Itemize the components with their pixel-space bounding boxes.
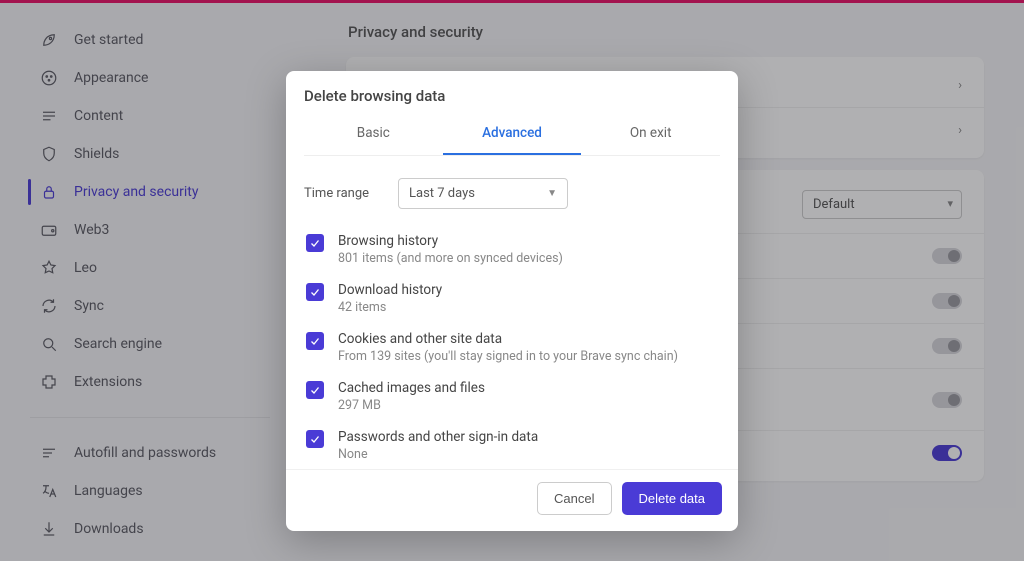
time-range-label: Time range xyxy=(304,186,384,201)
data-type-subtitle: 42 items xyxy=(338,300,442,315)
time-range-value: Last 7 days xyxy=(409,186,475,201)
checkbox[interactable] xyxy=(306,381,324,399)
time-range-select[interactable]: Last 7 days ▼ xyxy=(398,178,568,209)
data-type-row: Browsing history 801 items (and more on s… xyxy=(304,225,720,274)
data-type-title: Cached images and files xyxy=(338,380,485,396)
chevron-down-icon: ▼ xyxy=(547,188,557,199)
dialog-title: Delete browsing data xyxy=(304,87,720,105)
dialog-tabs: Basic Advanced On exit xyxy=(304,115,720,156)
data-type-row: Download history 42 items xyxy=(304,274,720,323)
dialog-body: Time range Last 7 days ▼ Browsing histor… xyxy=(286,164,738,469)
checkbox[interactable] xyxy=(306,283,324,301)
data-type-subtitle: From 139 sites (you'll stay signed in to… xyxy=(338,349,678,364)
cancel-button[interactable]: Cancel xyxy=(537,482,611,515)
data-type-title: Browsing history xyxy=(338,233,563,249)
data-type-subtitle: 297 MB xyxy=(338,398,485,413)
checkbox[interactable] xyxy=(306,234,324,252)
checkbox[interactable] xyxy=(306,332,324,350)
delete-browsing-data-dialog: Delete browsing data Basic Advanced On e… xyxy=(286,71,738,531)
data-type-subtitle: 801 items (and more on synced devices) xyxy=(338,251,563,266)
delete-data-button[interactable]: Delete data xyxy=(622,482,723,515)
data-type-row: Cached images and files 297 MB xyxy=(304,372,720,421)
dialog-footer: Cancel Delete data xyxy=(286,469,738,531)
checkbox[interactable] xyxy=(306,430,324,448)
tab-on-exit[interactable]: On exit xyxy=(581,115,720,155)
data-type-title: Passwords and other sign-in data xyxy=(338,429,538,445)
tab-advanced[interactable]: Advanced xyxy=(443,115,582,155)
data-type-row: Passwords and other sign-in data None xyxy=(304,421,720,469)
data-type-row: Cookies and other site data From 139 site… xyxy=(304,323,720,372)
tab-basic[interactable]: Basic xyxy=(304,115,443,155)
data-type-subtitle: None xyxy=(338,447,538,462)
modal-overlay[interactable]: Delete browsing data Basic Advanced On e… xyxy=(0,3,1024,561)
data-type-title: Cookies and other site data xyxy=(338,331,678,347)
data-type-title: Download history xyxy=(338,282,442,298)
